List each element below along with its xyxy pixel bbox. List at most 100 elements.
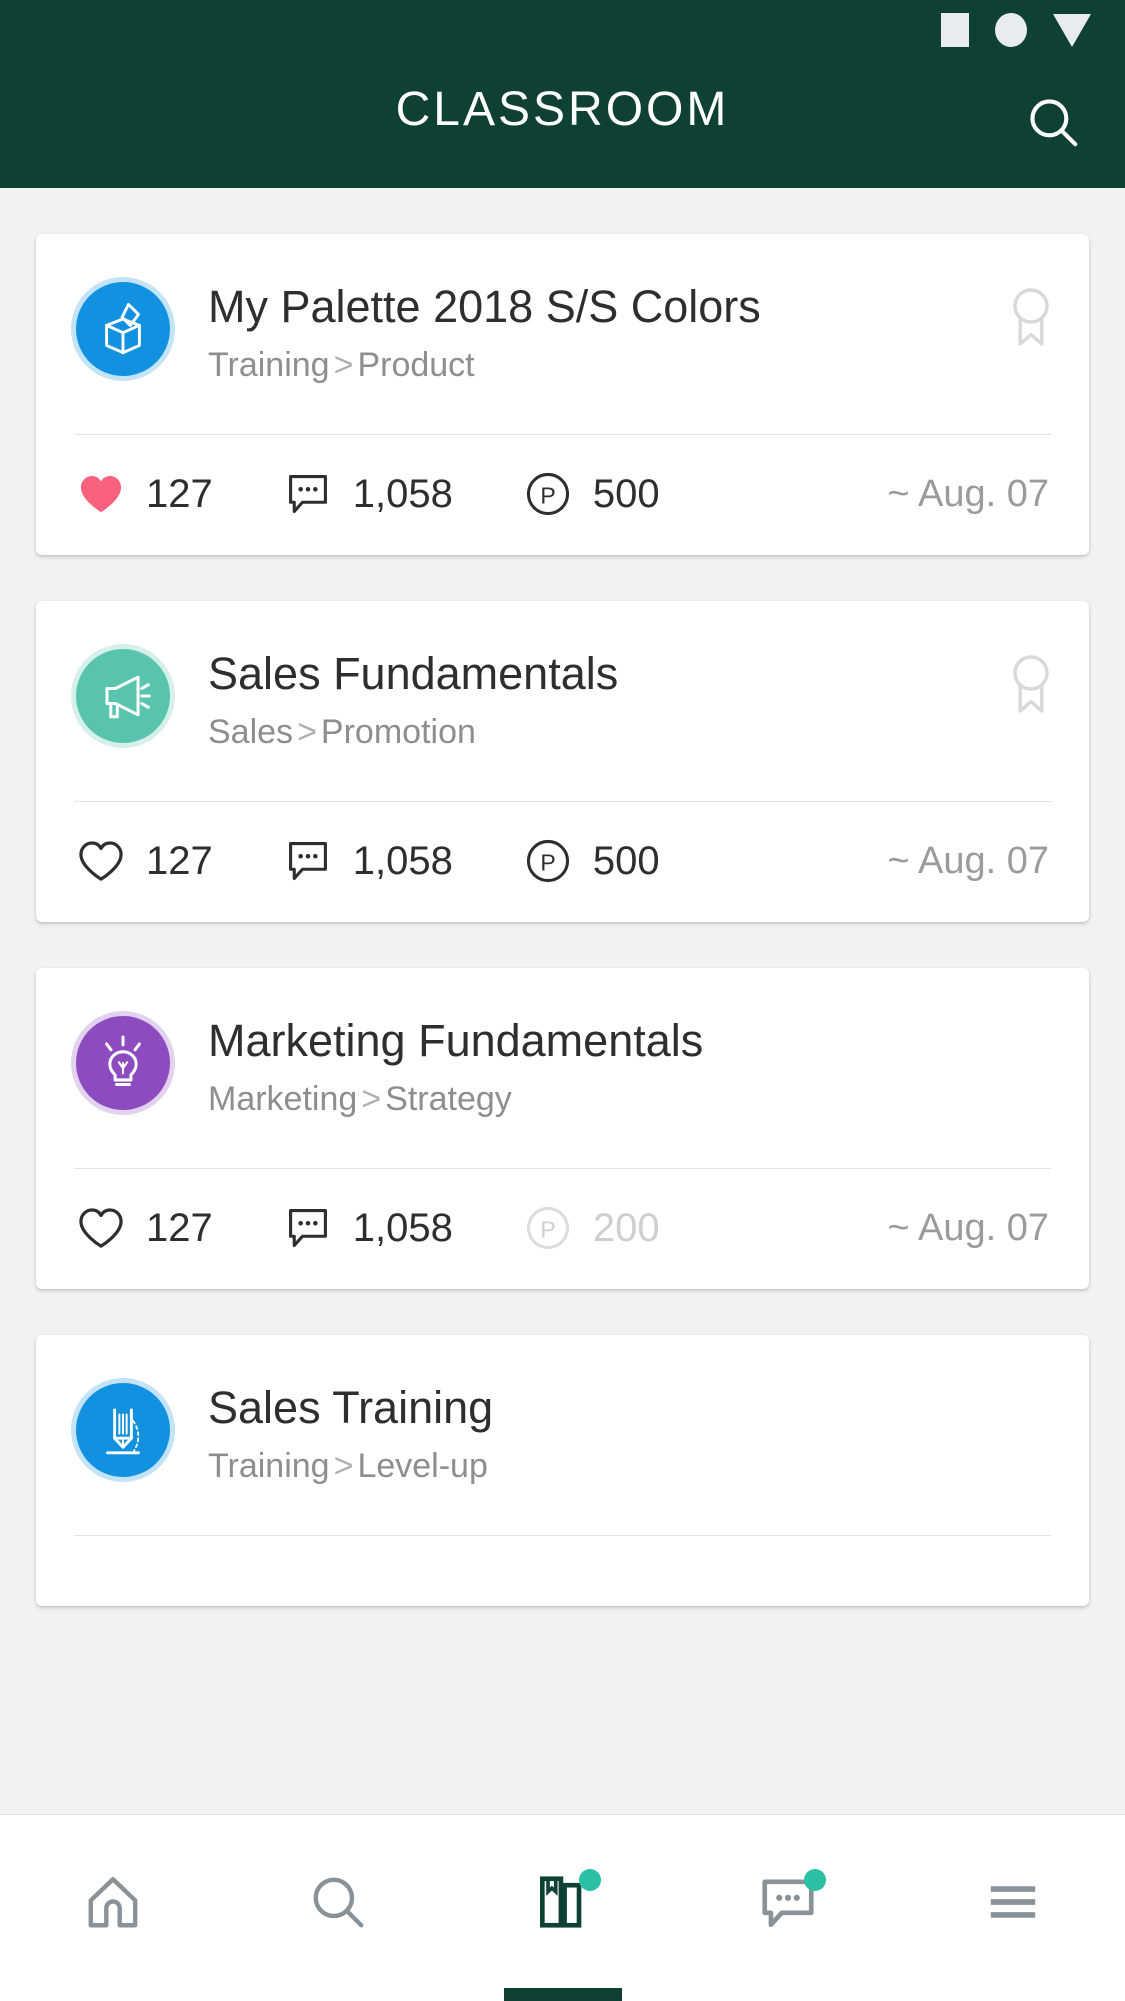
- course-avatar: [71, 1011, 175, 1115]
- lightbulb-icon: [105, 1035, 141, 1086]
- open-box-pen-icon: [105, 302, 141, 355]
- comments-count: 1,058: [352, 839, 453, 883]
- likes-count: 127: [146, 1206, 213, 1250]
- course-category: Sales: [208, 713, 294, 751]
- course-stats: 127 1,058: [36, 1169, 1089, 1289]
- course-title: Marketing Fundamentals: [208, 1015, 704, 1066]
- point-p-icon: P: [523, 1203, 573, 1253]
- comments-count: 1,058: [352, 1206, 453, 1250]
- award-ribbon-icon: [1013, 288, 1049, 346]
- course-avatar: [71, 644, 175, 748]
- comment-bubble-icon: [283, 469, 333, 519]
- course-breadcrumb: Sales > Promotion: [208, 707, 995, 757]
- course-title: My Palette 2018 S/S Colors: [208, 281, 761, 332]
- likes-stat[interactable]: 127: [76, 1203, 213, 1253]
- due-date: ~ Aug. 07: [887, 473, 1049, 515]
- course-info: Marketing Fundamentals Marketing > Strateg…: [170, 1010, 1055, 1124]
- square-placeholder-icon: [941, 13, 969, 47]
- likes-count: 127: [146, 472, 213, 516]
- points-stat[interactable]: P 500: [523, 469, 660, 519]
- svg-text:P: P: [540, 850, 555, 876]
- course-card[interactable]: Sales Training Training > Level-up: [36, 1335, 1089, 1606]
- app-bar: CLASSROOM: [0, 0, 1125, 188]
- course-info: My Palette 2018 S/S Colors Training > Prod…: [170, 276, 995, 390]
- svg-text:P: P: [540, 1217, 555, 1243]
- course-subcategory: Product: [357, 346, 475, 384]
- course-breadcrumb: Training > Product: [208, 340, 995, 390]
- due-date: ~ Aug. 07: [887, 840, 1049, 882]
- svg-text:P: P: [540, 483, 555, 509]
- course-subcategory: Promotion: [320, 713, 476, 751]
- award-ribbon-icon: [1013, 655, 1049, 713]
- circle-placeholder-icon: [995, 13, 1027, 47]
- point-p-icon: P: [523, 469, 573, 519]
- nav-item-home[interactable]: [0, 1815, 225, 2001]
- course-title: Sales Training: [208, 1382, 494, 1433]
- pencil-curve-icon: [106, 1408, 140, 1455]
- points-count: 200: [592, 1206, 660, 1250]
- bottom-navigation: [0, 1814, 1125, 2001]
- search-icon: [313, 1877, 363, 1928]
- points-count: 500: [592, 839, 660, 883]
- course-card-header: Marketing Fundamentals Marketing > Strateg…: [36, 968, 1089, 1138]
- likes-stat[interactable]: 127: [76, 469, 213, 519]
- heart-outline-icon: [76, 1203, 126, 1253]
- course-card-header: Sales Fundamentals Sales > Promotion: [36, 601, 1089, 771]
- search-button[interactable]: [1021, 90, 1085, 154]
- course-info: Sales Training Training > Level-up: [170, 1377, 1055, 1491]
- course-category: Marketing: [208, 1080, 358, 1118]
- course-avatar: [71, 1378, 175, 1482]
- due-date: ~ Aug. 07: [887, 1207, 1049, 1249]
- course-stats: [36, 1536, 1089, 1606]
- course-title: Sales Fundamentals: [208, 648, 619, 699]
- course-list[interactable]: My Palette 2018 S/S Colors Training > Prod…: [0, 188, 1125, 1814]
- course-stats: 127 1,058: [36, 802, 1089, 922]
- comments-count: 1,058: [352, 472, 453, 516]
- course-breadcrumb: Marketing > Strategy: [208, 1074, 1055, 1124]
- breadcrumb-separator: >: [361, 1080, 382, 1118]
- comment-bubble-icon: [283, 836, 333, 886]
- points-count: 500: [592, 472, 660, 516]
- course-card-header: My Palette 2018 S/S Colors Training > Prod…: [36, 234, 1089, 404]
- course-info: Sales Fundamentals Sales > Promotion: [170, 643, 995, 757]
- likes-count: 127: [146, 839, 213, 883]
- award-badge[interactable]: [1007, 286, 1055, 353]
- comment-bubble-icon: [283, 1203, 333, 1253]
- course-category: Training: [208, 346, 330, 384]
- course-card[interactable]: Sales Fundamentals Sales > Promotion 127…: [36, 601, 1089, 922]
- triangle-placeholder-icon: [1053, 13, 1091, 47]
- course-subcategory: Level-up: [357, 1447, 488, 1485]
- search-icon: [1030, 99, 1078, 147]
- course-card-header: Sales Training Training > Level-up: [36, 1335, 1089, 1505]
- notification-dot: [803, 1869, 826, 1891]
- likes-stat[interactable]: 127: [76, 836, 213, 886]
- points-stat: P 200: [523, 1203, 660, 1253]
- heart-outline-icon: [76, 836, 126, 886]
- active-tab-indicator: [503, 1988, 622, 2001]
- heart-filled-icon: [76, 469, 126, 519]
- award-badge[interactable]: [1007, 653, 1055, 720]
- course-card[interactable]: My Palette 2018 S/S Colors Training > Prod…: [36, 234, 1089, 555]
- breadcrumb-separator: >: [333, 1447, 354, 1485]
- comments-stat[interactable]: 1,058: [283, 1203, 453, 1253]
- nav-item-search[interactable]: [225, 1815, 450, 2001]
- nav-item-classroom[interactable]: [450, 1815, 675, 2001]
- breadcrumb-separator: >: [333, 346, 354, 384]
- course-subcategory: Strategy: [385, 1080, 512, 1118]
- home-icon: [88, 1877, 137, 1928]
- course-card[interactable]: Marketing Fundamentals Marketing > Strateg…: [36, 968, 1089, 1289]
- comments-stat[interactable]: 1,058: [283, 469, 453, 519]
- status-bar: [825, 0, 1125, 60]
- point-p-icon: P: [523, 836, 573, 886]
- course-breadcrumb: Training > Level-up: [208, 1441, 1055, 1491]
- notification-dot: [578, 1869, 601, 1891]
- page-title: CLASSROOM: [395, 83, 730, 136]
- comments-stat[interactable]: 1,058: [283, 836, 453, 886]
- hamburger-icon: [990, 1886, 1035, 1918]
- nav-item-more[interactable]: [900, 1815, 1125, 2001]
- breadcrumb-separator: >: [297, 713, 317, 751]
- course-avatar: [71, 277, 175, 381]
- points-stat[interactable]: P 500: [523, 836, 660, 886]
- course-category: Training: [208, 1447, 330, 1485]
- nav-item-messages[interactable]: [675, 1815, 900, 2001]
